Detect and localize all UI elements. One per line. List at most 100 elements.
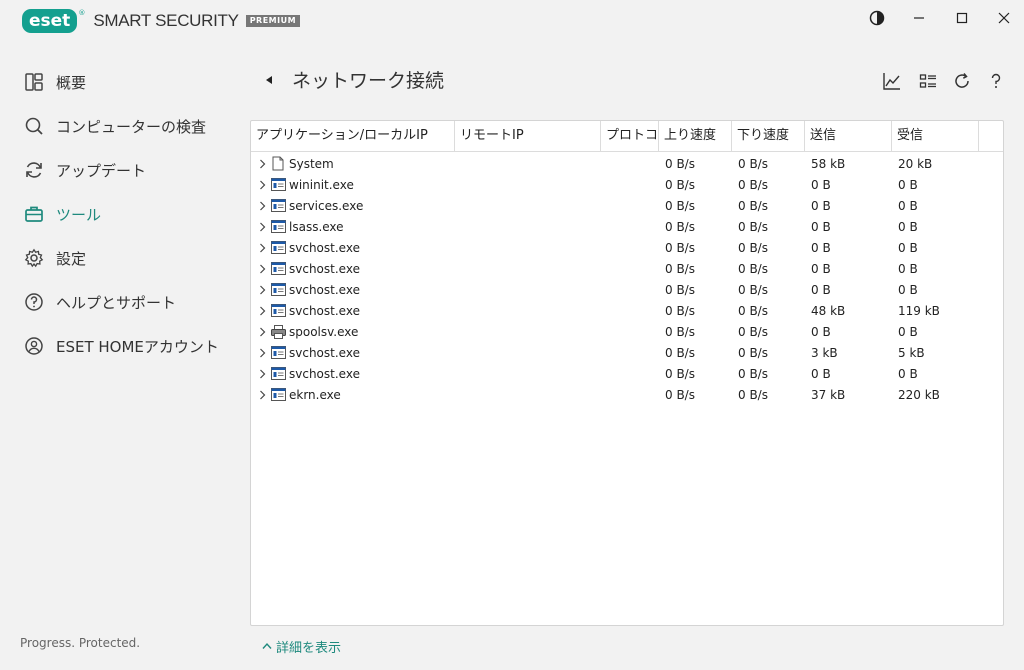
cell-download-speed: 0 B/s xyxy=(738,282,768,297)
cell-sent: 48 kB xyxy=(811,303,846,318)
process-name: ekrn.exe xyxy=(289,387,341,402)
application-icon xyxy=(270,303,286,319)
column-header-upload-speed[interactable]: 上り速度 xyxy=(659,121,732,151)
table-row[interactable]: svchost.exe 0 B/s 0 B/s 0 B 0 B xyxy=(251,258,1003,279)
chevron-right-icon[interactable] xyxy=(256,368,268,380)
connections-table: アプリケーション/ローカルIP リモートIP プロトコル 上り速度 下り速度 送… xyxy=(250,120,1004,626)
chevron-right-icon[interactable] xyxy=(256,305,268,317)
table-row[interactable]: spoolsv.exe 0 B/s 0 B/s 0 B 0 B xyxy=(251,321,1003,342)
chevron-right-icon[interactable] xyxy=(256,158,268,170)
table-row[interactable]: ekrn.exe 0 B/s 0 B/s 37 kB 220 kB xyxy=(251,384,1003,405)
refresh-icon xyxy=(22,158,46,182)
theme-toggle-icon[interactable] xyxy=(867,8,887,28)
column-header-received[interactable]: 受信 xyxy=(892,121,979,151)
briefcase-icon xyxy=(22,202,46,226)
cell-download-speed: 0 B/s xyxy=(738,198,768,213)
sidebar-item-eset-home[interactable]: ESET HOMEアカウント xyxy=(0,324,240,368)
cell-sent: 0 B xyxy=(811,282,831,297)
cell-application: svchost.exe xyxy=(251,240,455,256)
sidebar-item-label: ESET HOMEアカウント xyxy=(56,337,219,356)
chevron-up-icon xyxy=(262,639,272,654)
column-header-remote-ip[interactable]: リモートIP xyxy=(455,121,601,151)
cell-application: System xyxy=(251,156,455,172)
maximize-icon[interactable] xyxy=(952,8,972,28)
table-row[interactable]: svchost.exe 0 B/s 0 B/s 0 B 0 B xyxy=(251,237,1003,258)
cell-download-speed: 0 B/s xyxy=(738,261,768,276)
application-icon xyxy=(270,198,286,214)
application-icon xyxy=(270,387,286,403)
table-row[interactable]: svchost.exe 0 B/s 0 B/s 48 kB 119 kB xyxy=(251,300,1003,321)
chevron-right-icon[interactable] xyxy=(256,284,268,296)
chevron-right-icon[interactable] xyxy=(256,179,268,191)
chevron-right-icon[interactable] xyxy=(256,326,268,338)
cell-upload-speed: 0 B/s xyxy=(665,261,695,276)
table-row[interactable]: lsass.exe 0 B/s 0 B/s 0 B 0 B xyxy=(251,216,1003,237)
cell-received: 220 kB xyxy=(898,387,940,402)
back-arrow-icon[interactable] xyxy=(262,73,276,87)
cell-upload-speed: 0 B/s xyxy=(665,303,695,318)
table-row[interactable]: services.exe 0 B/s 0 B/s 0 B 0 B xyxy=(251,195,1003,216)
cell-received: 0 B xyxy=(898,324,918,339)
cell-download-speed: 0 B/s xyxy=(738,387,768,402)
cell-application: svchost.exe xyxy=(251,303,455,319)
chevron-right-icon[interactable] xyxy=(256,242,268,254)
cell-download-speed: 0 B/s xyxy=(738,219,768,234)
sidebar-item-tools[interactable]: ツール xyxy=(0,192,240,236)
product-name: SMART SECURITY xyxy=(93,11,239,30)
cell-upload-speed: 0 B/s xyxy=(665,177,695,192)
sidebar-item-computer-scan[interactable]: コンピューターの検査 xyxy=(0,104,240,148)
cell-received: 0 B xyxy=(898,198,918,213)
chevron-right-icon[interactable] xyxy=(256,389,268,401)
gear-icon xyxy=(22,246,46,270)
column-header-download-speed[interactable]: 下り速度 xyxy=(732,121,805,151)
refresh-icon[interactable] xyxy=(952,71,972,91)
cell-application: wininit.exe xyxy=(251,177,455,193)
minimize-icon[interactable] xyxy=(909,8,929,28)
column-header-protocol[interactable]: プロトコル xyxy=(601,121,659,151)
close-icon[interactable] xyxy=(994,8,1014,28)
table-row[interactable]: svchost.exe 0 B/s 0 B/s 0 B 0 B xyxy=(251,363,1003,384)
process-name: svchost.exe xyxy=(289,240,360,255)
cell-sent: 3 kB xyxy=(811,345,838,360)
cell-application: svchost.exe xyxy=(251,345,455,361)
show-details-label: 詳細を表示 xyxy=(276,641,342,656)
cell-sent: 0 B xyxy=(811,219,831,234)
table-row[interactable]: svchost.exe 0 B/s 0 B/s 0 B 0 B xyxy=(251,279,1003,300)
sidebar-item-update[interactable]: アップデート xyxy=(0,148,240,192)
chart-icon[interactable] xyxy=(882,71,902,91)
table-row[interactable]: wininit.exe 0 B/s 0 B/s 0 B 0 B xyxy=(251,174,1003,195)
cell-download-speed: 0 B/s xyxy=(738,240,768,255)
application-icon xyxy=(270,345,286,361)
application-icon xyxy=(270,219,286,235)
help-icon[interactable] xyxy=(986,71,1006,91)
cell-download-speed: 0 B/s xyxy=(738,303,768,318)
show-details-link[interactable]: 詳細を表示 xyxy=(262,637,341,656)
column-header-sent[interactable]: 送信 xyxy=(805,121,892,151)
sidebar-item-help[interactable]: ヘルプとサポート xyxy=(0,280,240,324)
chevron-right-icon[interactable] xyxy=(256,347,268,359)
sidebar-item-settings[interactable]: 設定 xyxy=(0,236,240,280)
cell-upload-speed: 0 B/s xyxy=(665,324,695,339)
eset-logo: eset ® SMART SECURITY PREMIUM xyxy=(22,9,301,33)
table-row[interactable]: System 0 B/s 0 B/s 58 kB 20 kB xyxy=(251,153,1003,174)
chevron-right-icon[interactable] xyxy=(256,221,268,233)
column-header-application[interactable]: アプリケーション/ローカルIP xyxy=(251,121,455,151)
cell-download-speed: 0 B/s xyxy=(738,324,768,339)
cell-upload-speed: 0 B/s xyxy=(665,198,695,213)
cell-sent: 0 B xyxy=(811,366,831,381)
cell-received: 20 kB xyxy=(898,156,933,171)
application-icon xyxy=(270,177,286,193)
list-view-icon[interactable] xyxy=(918,71,938,91)
cell-sent: 0 B xyxy=(811,177,831,192)
chevron-right-icon[interactable] xyxy=(256,200,268,212)
edition-badge: PREMIUM xyxy=(245,15,301,27)
table-row[interactable]: svchost.exe 0 B/s 0 B/s 3 kB 5 kB xyxy=(251,342,1003,363)
sidebar-item-overview[interactable]: 概要 xyxy=(0,60,240,104)
application-icon xyxy=(270,282,286,298)
status-text: Progress. Protected. xyxy=(20,636,141,650)
cell-application: ekrn.exe xyxy=(251,387,455,403)
chevron-right-icon[interactable] xyxy=(256,263,268,275)
logo-registered-mark: ® xyxy=(78,9,86,17)
cell-upload-speed: 0 B/s xyxy=(665,282,695,297)
cell-received: 0 B xyxy=(898,177,918,192)
